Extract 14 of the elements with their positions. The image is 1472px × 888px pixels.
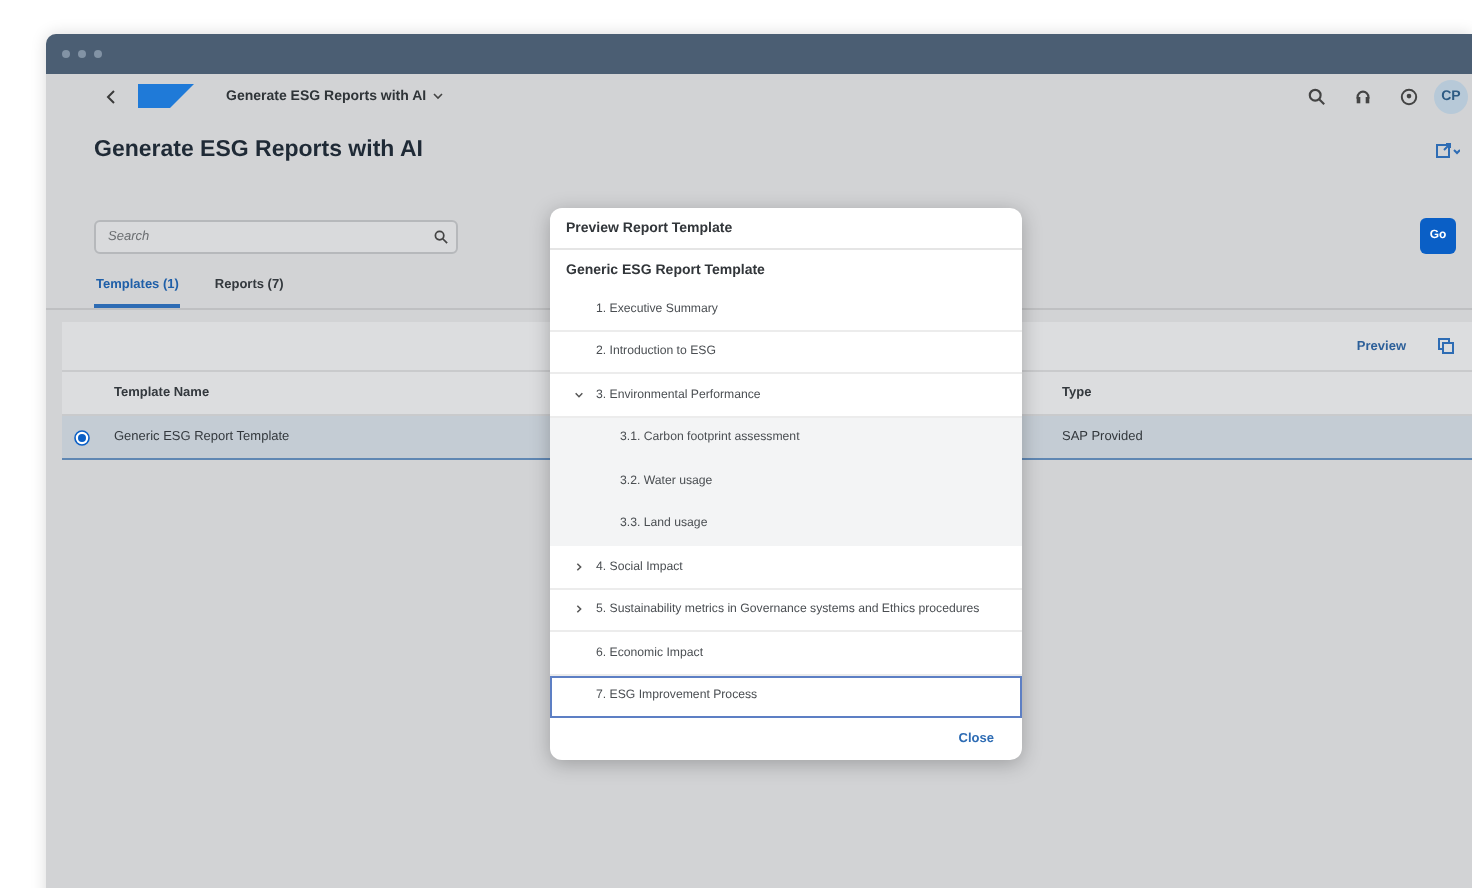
copy-icon[interactable] [1438,338,1454,354]
back-icon[interactable] [106,89,116,103]
headset-icon[interactable] [1354,87,1372,105]
radio-button[interactable] [74,429,90,445]
logo-icon[interactable] [138,84,194,108]
caret-icon[interactable] [432,90,445,102]
search-icon[interactable] [434,229,448,243]
page-title: Generate ESG Reports with AI [94,138,423,162]
help-icon[interactable] [1400,87,1418,105]
share-icon[interactable] [1436,141,1460,159]
chevron-right-icon[interactable] [573,561,583,572]
search-icon[interactable] [1308,87,1326,105]
chevron-down-icon[interactable] [573,389,583,400]
chevron-right-icon[interactable] [573,604,583,615]
